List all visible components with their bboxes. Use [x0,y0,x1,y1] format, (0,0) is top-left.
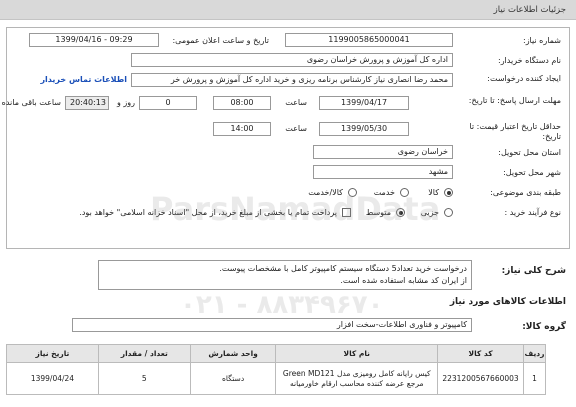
buyer-org-field: اداره کل آموزش و پرورش خراسان رضوی [131,53,453,67]
category-radio-service[interactable] [400,188,409,197]
remaining-label: ساعت باقی مانده [1,98,61,107]
col-goods-code: کد کالا [437,344,525,363]
purchase-type-label: نوع فرآیند خرید : [504,208,561,217]
goods-table-header: ردیف کد کالا نام کالا واحد شمارش تعداد /… [6,344,546,363]
category-label: طبقه بندی موضوعی: [490,188,561,197]
col-goods-name: نام کالا [275,344,439,363]
deadline-time-label: ساعت [285,98,307,107]
unit-cell: دستگاه [189,362,277,395]
purchase-option-small: جزیی [420,208,439,217]
treasury-payment-checkbox[interactable] [342,208,351,217]
need-number-label: شماره نیاز: [523,36,561,45]
province-field: خراسان رضوی [313,145,453,159]
goods-section-heading: اطلاعات کالاهای مورد نیاز [449,297,566,307]
goods-name-cell: کیس رایانه کامل رومیزی مدل Green MD121 م… [275,362,439,395]
page-title: جزئیات اطلاعات نیاز [493,5,566,15]
category-radio-goods[interactable] [444,188,453,197]
description-line-2: از ایران کد مشابه استفاده شده است. [340,276,467,285]
deadline-send-label: مهلت ارسال پاسخ: تا تاریخ: [468,96,561,105]
treasury-payment-note: پرداخت تمام یا بخشی از مبلغ خرید، از محل… [79,208,337,217]
need-number-field: 1199005865000041 [285,33,453,47]
row-number-cell: 1 [523,362,546,395]
col-row-number: ردیف [523,344,546,363]
requester-field: محمد رضا انصاری نیاز کارشناس برنامه ریزی… [131,73,453,87]
province-label: استان محل تحویل: [498,148,561,157]
category-radio-goods-service[interactable] [348,188,357,197]
deadline-time-field: 08:00 [213,96,271,110]
category-option-service: خدمت [373,188,395,197]
category-option-goods: کالا [428,188,439,197]
col-need-date: تاریخ نیاز [6,344,99,363]
validity-time-field: 14:00 [213,122,271,136]
buyer-contact-link[interactable]: اطلاعات تماس خریدار [40,75,127,84]
buyer-org-label: نام دستگاه خریدار: [498,56,561,65]
purchase-radio-medium[interactable] [396,208,405,217]
goods-group-field: کامپیوتر و فناوری اطلاعات-سخت افزار [72,318,472,332]
requester-label: ایجاد کننده درخواست: [487,74,561,83]
days-left-field: 0 [139,96,197,110]
need-details-panel: شماره نیاز: 1199005865000041 تاریخ و ساع… [2,27,570,249]
table-row: 1 2231200567660003 کیس رایانه کامل رومیز… [6,362,546,395]
purchase-option-medium: متوسط [365,208,391,217]
deadline-date-field: 1399/04/17 [319,96,409,110]
col-quantity: تعداد / مقدار [97,344,191,363]
description-heading: شرح کلی نیاز: [501,266,566,276]
day-label: روز و [117,98,135,107]
need-date-cell: 1399/04/24 [6,362,99,395]
col-unit: واحد شمارش [189,344,277,363]
validity-date-field: 1399/05/30 [319,122,409,136]
description-box: درخواست خرید تعداد5 دستگاه سیستم کامپیوت… [98,260,472,290]
purchase-radio-small[interactable] [444,208,453,217]
goods-code-cell: 2231200567660003 [437,362,525,395]
quantity-cell: 5 [97,362,191,395]
page-header: جزئیات اطلاعات نیاز [0,0,576,20]
city-field: مشهد [313,165,453,179]
city-label: شهر محل تحویل: [503,168,561,177]
validity-label: حداقل تاریخ اعتبار قیمت: تا تاریخ: [469,122,561,141]
announce-datetime-label: تاریخ و ساعت اعلان عمومی: [172,36,269,45]
description-line-1: درخواست خرید تعداد5 دستگاه سیستم کامپیوت… [219,264,467,273]
time-left-field: 20:40:13 [65,96,109,110]
validity-time-label: ساعت [285,124,307,133]
watermark-phone: ۰۲۱ - ۸۸۳۴۹۶۷۰ [180,290,384,320]
category-option-goods-service: کالا/خدمت [308,188,343,197]
goods-group-label: گروه کالا: [522,322,566,332]
goods-table: ردیف کد کالا نام کالا واحد شمارش تعداد /… [6,344,546,395]
announce-datetime-field: 1399/04/16 - 09:29 [29,33,159,47]
